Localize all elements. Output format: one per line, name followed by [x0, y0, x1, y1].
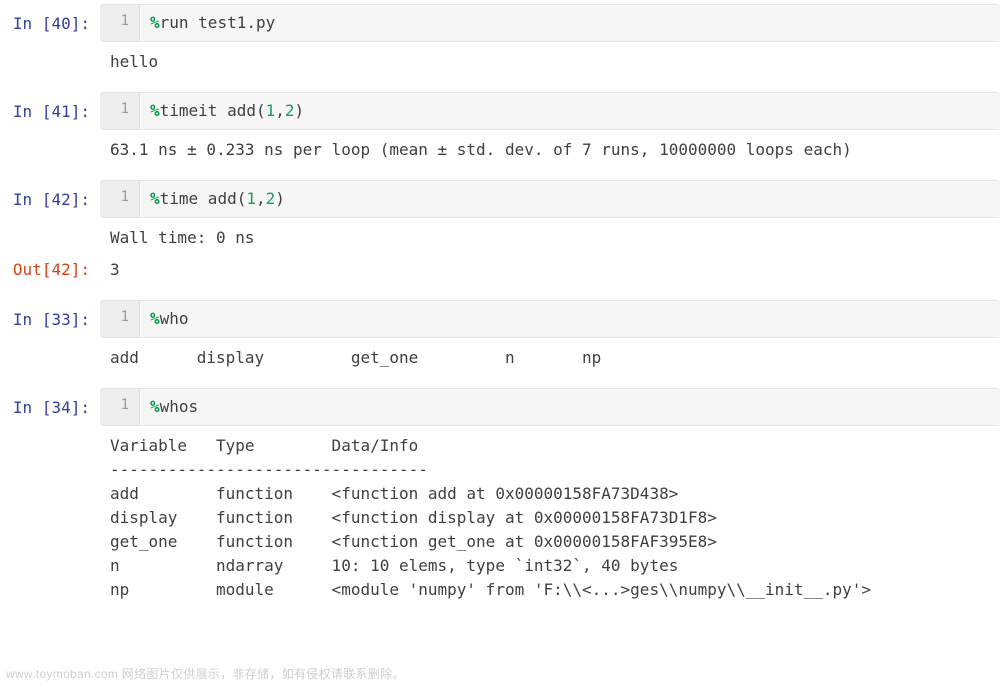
stdout-row: Variable Type Data/Info ----------------… [0, 426, 1000, 602]
input-row: In [41]: 1 %timeit add(1,2) [0, 92, 1000, 130]
arg-0: 1 [266, 101, 276, 120]
notebook-cell: In [42]: 1 %time add(1,2) Wall time: 0 n… [0, 180, 1000, 282]
stdout-text: 63.1 ns ± 0.233 ns per loop (mean ± std.… [100, 130, 1000, 162]
in-prompt-number: 34 [51, 398, 70, 417]
empty-prompt [0, 338, 100, 346]
arg-1: 2 [285, 101, 295, 120]
input-row: In [33]: 1 %who [0, 300, 1000, 338]
result-row: Out[42]: 3 [0, 250, 1000, 282]
stdout-row: Wall time: 0 ns [0, 218, 1000, 250]
empty-prompt [0, 426, 100, 434]
code-content[interactable]: %run test1.py [140, 5, 1000, 41]
in-prompt-label: In [13, 102, 42, 121]
jupyter-notebook: In [40]: 1 %run test1.py hello In [41]: … [0, 0, 1000, 640]
code-input[interactable]: 1 %who [100, 300, 1000, 338]
stdout-row: 63.1 ns ± 0.233 ns per loop (mean ± std.… [0, 130, 1000, 162]
out-prompt-label: Out [13, 260, 42, 279]
line-number-gutter: 1 [100, 5, 140, 41]
code-content[interactable]: %whos [140, 389, 1000, 425]
code-input[interactable]: 1 %time add(1,2) [100, 180, 1000, 218]
out-prompt-number: 42 [51, 260, 70, 279]
in-prompt: In [33]: [0, 300, 100, 332]
input-row: In [40]: 1 %run test1.py [0, 4, 1000, 42]
line-number-gutter: 1 [100, 301, 140, 337]
in-prompt: In [34]: [0, 388, 100, 420]
code-content[interactable]: %timeit add(1,2) [140, 93, 1000, 129]
magic-percent: % [150, 397, 160, 416]
stdout-row: add display get_one n np [0, 338, 1000, 370]
in-prompt-label: In [13, 310, 42, 329]
code-body: time add [160, 189, 237, 208]
stdout-text: hello [100, 42, 1000, 74]
line-number-gutter: 1 [100, 181, 140, 217]
input-row: In [42]: 1 %time add(1,2) [0, 180, 1000, 218]
stdout-row: hello [0, 42, 1000, 74]
code-body: timeit add [160, 101, 256, 120]
code-body: run test1.py [160, 13, 276, 32]
in-prompt-number: 41 [51, 102, 70, 121]
result-text: 3 [100, 250, 1000, 282]
arg-1: 2 [266, 189, 276, 208]
code-input[interactable]: 1 %timeit add(1,2) [100, 92, 1000, 130]
out-prompt: Out[42]: [0, 250, 100, 282]
in-prompt: In [41]: [0, 92, 100, 124]
empty-prompt [0, 42, 100, 50]
magic-percent: % [150, 101, 160, 120]
notebook-cell: In [34]: 1 %whos Variable Type Data/Info… [0, 388, 1000, 602]
in-prompt-number: 33 [51, 310, 70, 329]
empty-prompt [0, 218, 100, 226]
in-prompt-label: In [13, 398, 42, 417]
code-content[interactable]: %time add(1,2) [140, 181, 1000, 217]
source-watermark: www.toymoban.com 网络图片仅供展示，非存储，如有侵权请联系删除。 [6, 665, 405, 683]
code-content[interactable]: %who [140, 301, 1000, 337]
code-input[interactable]: 1 %whos [100, 388, 1000, 426]
notebook-cell: In [41]: 1 %timeit add(1,2) 63.1 ns ± 0.… [0, 92, 1000, 162]
in-prompt-number: 42 [51, 190, 70, 209]
stdout-text: Wall time: 0 ns [100, 218, 1000, 250]
magic-percent: % [150, 309, 160, 328]
notebook-cell: In [40]: 1 %run test1.py hello [0, 4, 1000, 74]
empty-prompt [0, 130, 100, 138]
arg-0: 1 [246, 189, 256, 208]
code-body: who [160, 309, 189, 328]
stdout-text: add display get_one n np [100, 338, 1000, 370]
magic-percent: % [150, 189, 160, 208]
line-number-gutter: 1 [100, 93, 140, 129]
magic-percent: % [150, 13, 160, 32]
line-number-gutter: 1 [100, 389, 140, 425]
input-row: In [34]: 1 %whos [0, 388, 1000, 426]
in-prompt-label: In [13, 14, 42, 33]
notebook-cell: In [33]: 1 %who add display get_one n np [0, 300, 1000, 370]
in-prompt: In [40]: [0, 4, 100, 36]
in-prompt: In [42]: [0, 180, 100, 212]
code-body: whos [160, 397, 199, 416]
stdout-text: Variable Type Data/Info ----------------… [100, 426, 1000, 602]
in-prompt-label: In [13, 190, 42, 209]
in-prompt-number: 40 [51, 14, 70, 33]
code-input[interactable]: 1 %run test1.py [100, 4, 1000, 42]
